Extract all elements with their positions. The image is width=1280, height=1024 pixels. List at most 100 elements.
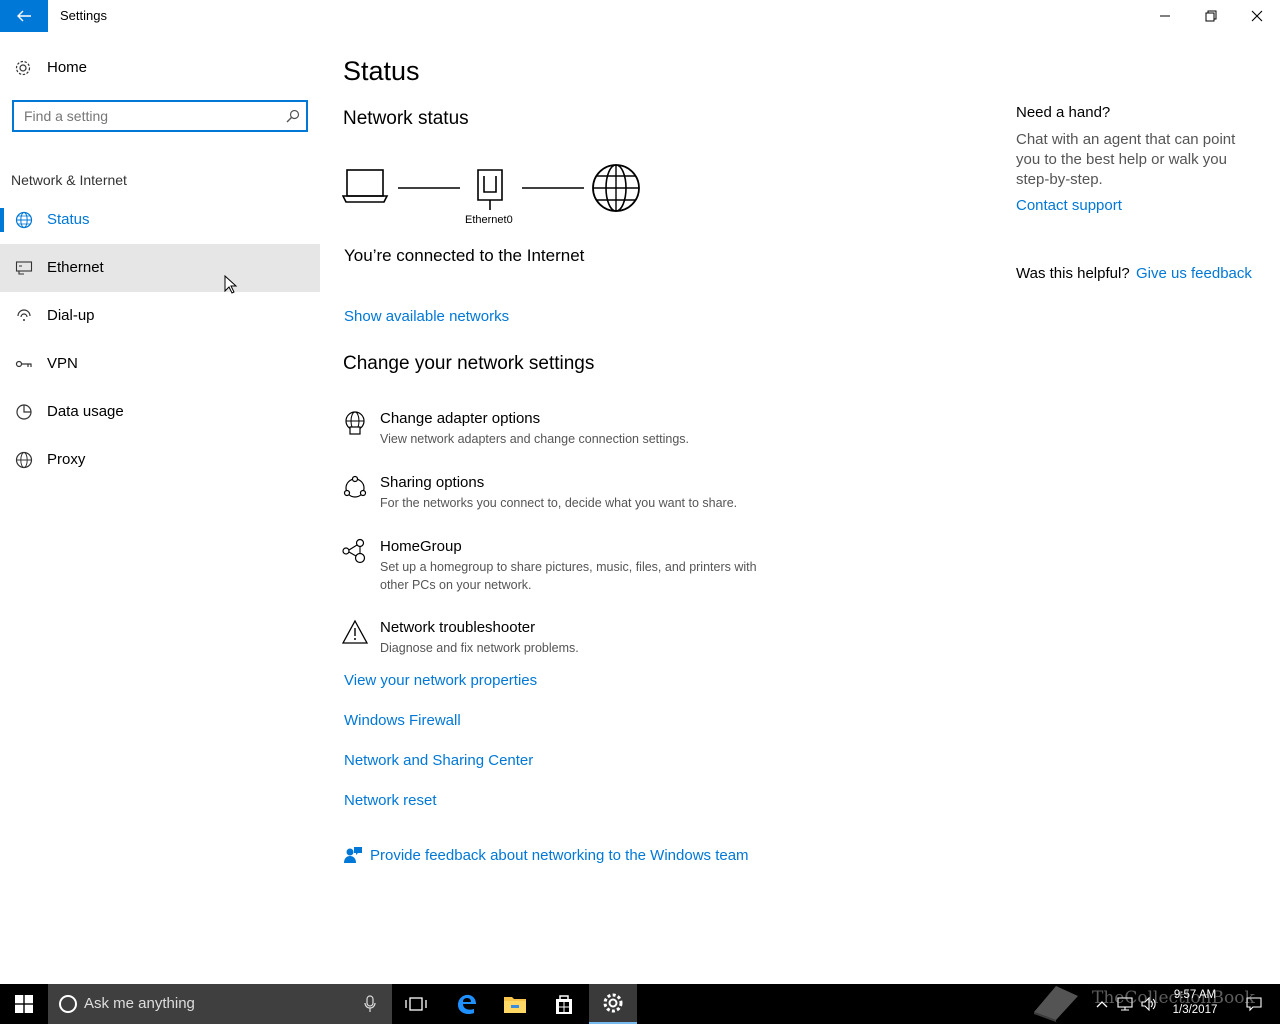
windows-logo-icon [15,995,33,1013]
network-reset-link[interactable]: Network reset [344,792,437,809]
volume-tray-button[interactable] [1138,984,1160,1024]
cortana-search-text: Ask me anything [84,995,195,1012]
task-view-button[interactable] [392,984,440,1024]
settings-gear-icon [603,993,623,1013]
active-indicator [0,208,4,232]
option-homegroup[interactable]: HomeGroup Set up a homegroup to share pi… [342,538,792,604]
feedback-person-icon [344,847,362,863]
edge-button[interactable] [443,984,491,1024]
action-center-button[interactable] [1234,984,1274,1024]
option-title: Change adapter options [380,410,541,427]
globe-icon [15,211,33,229]
section-header: Network & Internet [11,172,127,188]
show-hidden-icons-button[interactable] [1092,984,1112,1024]
maximize-button[interactable] [1188,0,1234,32]
sidebar-item-dialup[interactable]: Dial-up [0,292,320,340]
title-bar: Settings [0,0,1280,32]
dialup-icon [17,309,31,321]
search-input[interactable] [14,102,274,130]
home-label: Home [47,59,88,76]
helpful-text: Was this helpful? [1016,265,1130,282]
edge-icon [458,994,476,1015]
clock-time: 9:57 AM [1173,989,1217,1001]
sidebar-item-ethernet[interactable]: Ethernet [0,244,320,292]
arrow-left-icon [17,10,31,22]
option-sharing[interactable]: Sharing options For the networks you con… [342,474,792,534]
ethernet-adapter-icon [477,169,503,210]
sidebar-item-proxy[interactable]: Proxy [0,436,320,484]
page-title: Status [343,56,420,86]
option-desc: Diagnose and fix network problems. [380,641,579,655]
proxy-globe-icon [15,451,33,469]
cortana-search[interactable]: Ask me anything [48,984,392,1024]
clock-date: 1/3/2017 [1172,1004,1218,1016]
sidebar-item-status[interactable]: Status [0,196,320,244]
option-desc: Set up a homegroup to share pictures, mu… [380,560,757,592]
option-title: Network troubleshooter [380,619,536,636]
feedback-link[interactable]: Provide feedback about networking to the… [370,847,749,864]
sidebar-item-label: Dial-up [47,307,95,324]
windows-firewall-link[interactable]: Windows Firewall [344,712,461,729]
gear-icon [15,60,31,76]
adapter-globe-icon [345,411,365,435]
warning-icon [342,619,368,644]
need-hand-heading: Need a hand? [1016,104,1111,121]
vpn-icon [15,360,32,368]
sidebar-item-data-usage[interactable]: Data usage [0,388,320,436]
speaker-icon [1141,997,1156,1011]
option-troubleshooter[interactable]: Network troubleshooter Diagnose and fix … [342,619,792,679]
cortana-icon [59,995,77,1013]
back-button[interactable] [0,0,48,32]
network-status-heading: Network status [343,108,469,129]
option-title: Sharing options [380,474,485,491]
restore-icon [1205,10,1217,22]
adapter-label: Ethernet0 [465,214,513,226]
task-view-icon [405,997,427,1011]
data-usage-icon [16,404,32,420]
home-link[interactable]: Home [0,52,320,84]
give-feedback-link[interactable]: Give us feedback [1136,265,1252,282]
sidebar-item-label: Ethernet [47,259,104,276]
show-networks-link[interactable]: Show available networks [344,308,509,325]
feedback-row[interactable]: Provide feedback about networking to the… [344,845,764,869]
view-network-properties-link[interactable]: View your network properties [344,672,537,689]
clock[interactable]: 9:57 AM 1/3/2017 [1162,988,1228,1018]
network-tray-icon [1117,997,1133,1011]
window-title: Settings [60,8,107,23]
start-button[interactable] [0,984,48,1024]
search-icon[interactable] [286,109,300,123]
close-icon [1251,10,1263,22]
change-settings-heading: Change your network settings [343,353,595,374]
close-button[interactable] [1234,0,1280,32]
sidebar-item-label: Data usage [47,403,124,420]
sidebar-item-label: Status [47,211,90,228]
homegroup-icon [342,538,366,564]
file-explorer-button[interactable] [491,984,539,1024]
chevron-up-icon [1096,1001,1108,1008]
option-desc: View network adapters and change connect… [380,432,689,446]
option-change-adapter[interactable]: Change adapter options View network adap… [342,410,792,470]
search-box [12,100,308,132]
folder-icon [504,997,526,1013]
option-title: HomeGroup [380,538,462,555]
internet-globe-icon [592,164,640,212]
sidebar-item-label: VPN [47,355,78,372]
minimize-button[interactable] [1142,0,1188,32]
store-button[interactable] [540,984,588,1024]
sidebar: Home Network & Internet Status Ethernet … [0,32,320,984]
sidebar-item-vpn[interactable]: VPN [0,340,320,388]
microphone-icon[interactable] [364,995,376,1013]
network-tray-button[interactable] [1114,984,1136,1024]
sharing-icon [343,475,367,498]
connection-status-text: You’re connected to the Internet [344,246,585,265]
store-bag-icon [556,995,572,1014]
chat-description: Chat with an agent that can point you to… [1016,131,1236,188]
sidebar-item-label: Proxy [47,451,86,468]
settings-taskbar-button[interactable] [589,984,637,1024]
notification-icon [1246,997,1262,1012]
minimize-icon [1160,15,1170,17]
main-content: Status Network status Ethernet0 You’re c… [320,32,980,984]
laptop-icon [342,169,389,203]
contact-support-link[interactable]: Contact support [1016,197,1122,214]
network-sharing-center-link[interactable]: Network and Sharing Center [344,752,533,769]
